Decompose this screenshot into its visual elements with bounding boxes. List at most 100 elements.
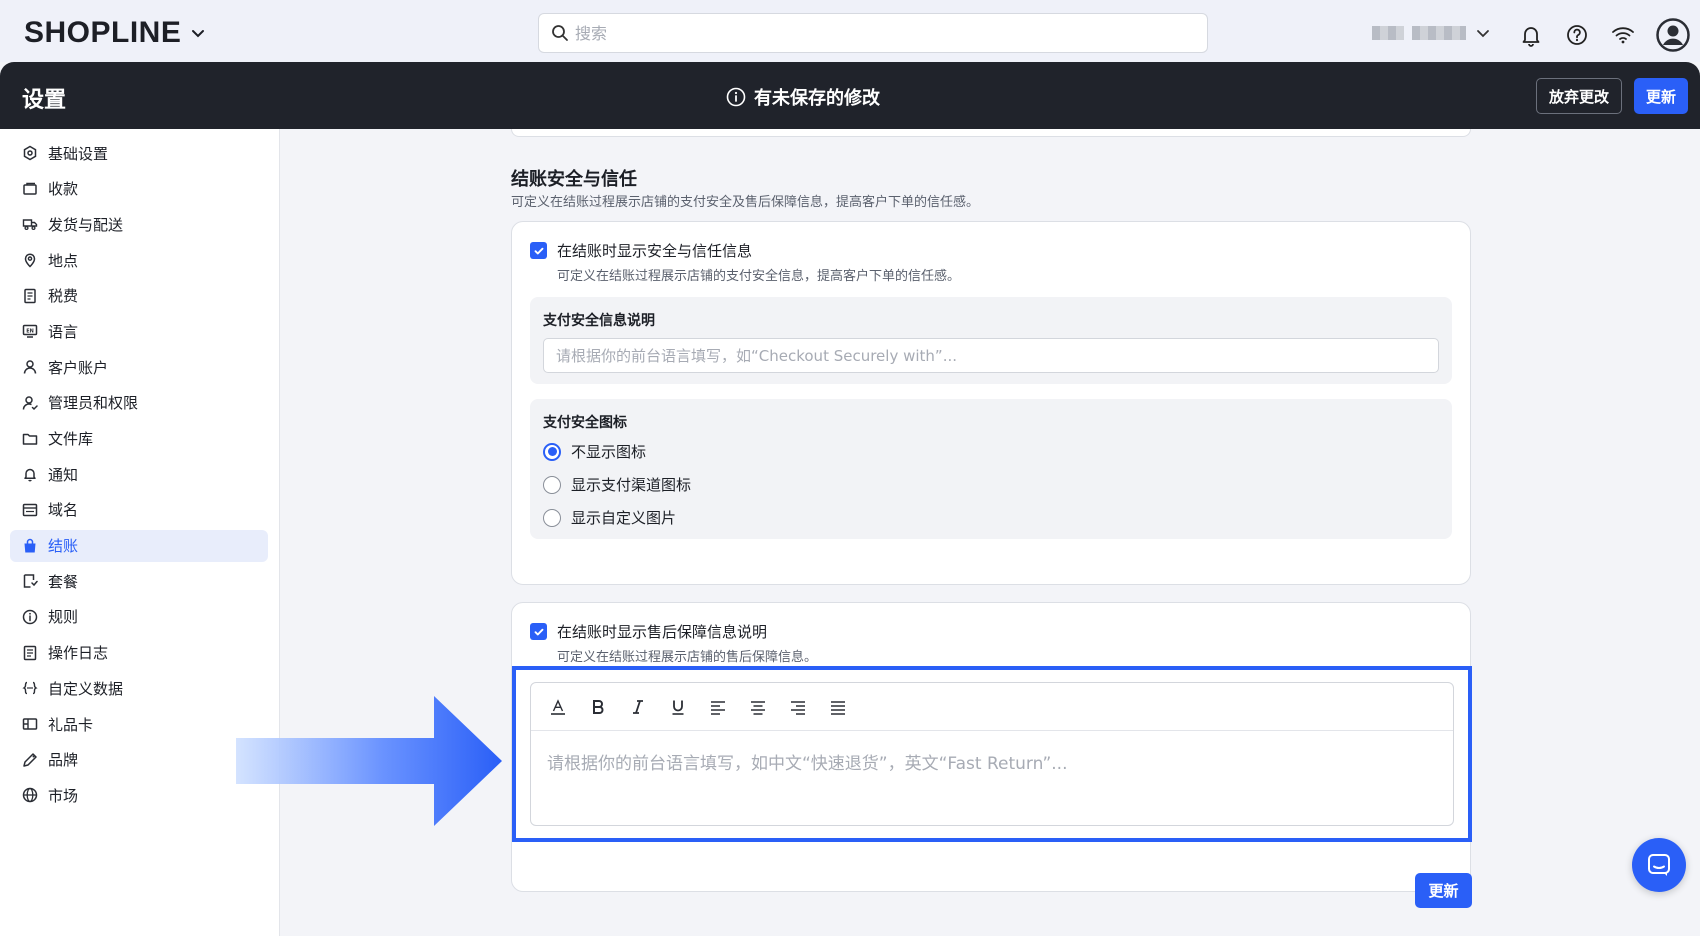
font-color-icon[interactable] (545, 694, 571, 720)
align-left-icon[interactable] (705, 694, 731, 720)
folder-icon (22, 433, 38, 445)
sidebar-item-label: 文件库 (48, 430, 94, 448)
sidebar-item-plans[interactable]: 套餐 (10, 565, 268, 597)
store-switcher[interactable]: SHOPLINE (24, 16, 207, 50)
checkbox-description: 可定义在结账过程展示店铺的支付安全信息，提高客户下单的信任感。 (557, 269, 961, 284)
sidebar-item-label: 基础设置 (48, 144, 109, 163)
sidebar-item-shipping[interactable]: 发货与配送 (10, 208, 268, 240)
sidebar-item-file-library[interactable]: 文件库 (10, 423, 268, 455)
sidebar-item-markets[interactable]: 市场 (10, 779, 268, 811)
sidebar-item-gift-cards[interactable]: 礼品卡 (10, 708, 268, 740)
security-trust-card: 在结账时显示安全与信任信息 可定义在结账过程展示店铺的支付安全信息，提高客户下单… (511, 221, 1471, 585)
sidebar-item-label: 通知 (48, 465, 79, 484)
sidebar-item-label: 品牌 (48, 751, 79, 770)
security-info-panel: 支付安全信息说明 (530, 297, 1452, 384)
bell-icon[interactable] (1518, 22, 1544, 48)
gift-card-icon (22, 718, 38, 730)
sidebar-item-label: 发货与配送 (48, 215, 124, 234)
align-right-icon[interactable] (785, 694, 811, 720)
svg-text:EN: EN (26, 329, 34, 335)
shopping-bag-icon (24, 538, 36, 553)
sidebar-item-label: 管理员和权限 (48, 394, 139, 413)
update-button-bottom[interactable]: 更新 (1415, 873, 1472, 908)
info-icon (22, 609, 38, 625)
checkmark-icon (534, 628, 543, 635)
sidebar-item-domains[interactable]: 域名 (10, 494, 268, 526)
location-pin-icon (24, 253, 36, 268)
align-justify-icon[interactable] (825, 694, 851, 720)
globe-icon (22, 788, 38, 803)
payment-icon (23, 182, 37, 195)
annotation-arrow-icon (236, 696, 502, 826)
radio-custom-image[interactable]: 显示自定义图片 (543, 507, 676, 528)
user-icon (23, 360, 37, 374)
rich-text-editor[interactable]: 请根据你的前台语言填写，如中文“快速退货”，英文“Fast Return”... (530, 682, 1454, 826)
search-bar[interactable] (538, 13, 1208, 53)
sidebar-item-label: 规则 (48, 608, 79, 627)
checkbox-label: 在结账时显示售后保障信息说明 (557, 623, 768, 641)
highlighted-editor-frame: 请根据你的前台语言填写，如中文“快速退货”，英文“Fast Return”... (512, 666, 1472, 842)
radio-payment-channel-icons[interactable]: 显示支付渠道图标 (543, 474, 691, 495)
sidebar-item-custom-data[interactable]: 自定义数据 (10, 672, 268, 704)
sidebar-item-label: 客户账户 (48, 358, 109, 377)
sidebar-item-languages[interactable]: EN 语言 (10, 315, 268, 347)
help-icon[interactable] (1564, 22, 1590, 48)
checkbox-label: 在结账时显示安全与信任信息 (557, 242, 753, 260)
editor-toolbar (531, 683, 1453, 731)
show-aftersale-checkbox[interactable] (530, 623, 547, 640)
previous-card-edge (511, 129, 1471, 137)
radio-label: 显示自定义图片 (571, 509, 677, 527)
sidebar-item-label: 自定义数据 (48, 679, 124, 698)
account-menu[interactable] (1372, 24, 1492, 42)
language-icon: EN (22, 325, 38, 339)
radio-button[interactable] (543, 475, 561, 494)
chat-support-button[interactable] (1632, 838, 1686, 892)
discard-changes-button[interactable]: 放弃更改 (1536, 78, 1623, 114)
sidebar-item-brand[interactable]: 品牌 (10, 744, 268, 776)
radio-button[interactable] (543, 508, 561, 527)
checkmark-icon (534, 247, 543, 254)
underline-icon[interactable] (665, 694, 691, 720)
sidebar-item-payments[interactable]: 收款 (10, 173, 268, 205)
security-info-label: 支付安全信息说明 (543, 313, 655, 329)
search-input[interactable] (575, 23, 1175, 43)
sidebar-item-label: 礼品卡 (48, 715, 94, 734)
sidebar-item-basic-settings[interactable]: 基础设置 (10, 137, 268, 169)
shopline-logo: SHOPLINE (24, 16, 182, 49)
domain-icon (22, 503, 38, 517)
log-icon (23, 645, 37, 660)
align-center-icon[interactable] (745, 694, 771, 720)
custom-data-icon (22, 682, 38, 695)
unsaved-message: 有未保存的修改 (726, 84, 880, 110)
bold-icon[interactable] (585, 694, 611, 720)
sidebar-item-label: 地点 (48, 251, 79, 270)
italic-icon[interactable] (625, 694, 651, 720)
show-aftersale-checkbox-row[interactable]: 在结账时显示售后保障信息说明 (530, 621, 767, 642)
sidebar-item-locations[interactable]: 地点 (10, 244, 268, 276)
bell-icon (24, 468, 36, 482)
blurred-account-name-2 (1412, 26, 1466, 40)
sidebar-item-policies[interactable]: 规则 (10, 601, 268, 633)
sidebar-item-activity-log[interactable]: 操作日志 (10, 637, 268, 669)
sidebar-item-customer-accounts[interactable]: 客户账户 (10, 351, 268, 383)
sidebar-item-admins-permissions[interactable]: 管理员和权限 (10, 387, 268, 419)
plan-icon (23, 574, 38, 588)
wifi-icon[interactable] (1610, 22, 1636, 48)
sidebar-item-notifications[interactable]: 通知 (10, 458, 268, 490)
security-info-input[interactable] (543, 338, 1439, 373)
sidebar-item-taxes[interactable]: 税费 (10, 280, 268, 312)
security-icon-panel: 支付安全图标 不显示图标 显示支付渠道图标 显示自定义图片 (530, 399, 1452, 539)
radio-label: 显示支付渠道图标 (571, 476, 692, 494)
security-icon-label: 支付安全图标 (543, 415, 627, 431)
radio-no-icon[interactable]: 不显示图标 (543, 441, 646, 462)
sidebar-item-label: 税费 (48, 287, 79, 306)
show-security-checkbox-row[interactable]: 在结账时显示安全与信任信息 (530, 240, 752, 261)
chevron-down-icon (192, 30, 205, 38)
editor-placeholder: 请根据你的前台语言填写，如中文“快速退货”，英文“Fast Return”... (547, 754, 1068, 774)
show-security-checkbox[interactable] (530, 242, 547, 259)
sidebar-item-checkout[interactable]: 结账 (10, 529, 268, 562)
update-button[interactable]: 更新 (1634, 78, 1689, 114)
avatar-icon[interactable] (1656, 18, 1690, 52)
radio-button-selected[interactable] (543, 442, 561, 461)
page-title: 设置 (22, 88, 67, 113)
